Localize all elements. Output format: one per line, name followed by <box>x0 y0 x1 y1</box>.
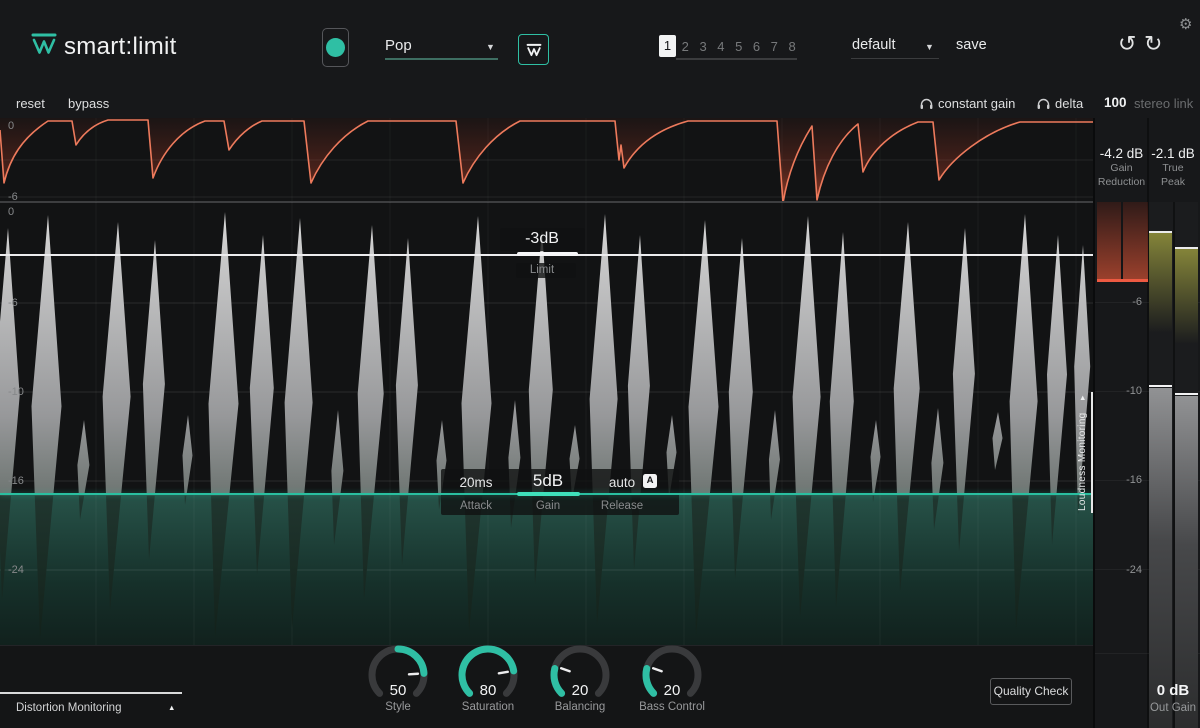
gain-label: Gain <box>535 500 561 512</box>
meter-axis-label: -6 <box>1132 296 1142 308</box>
expand-arrow-icon[interactable]: ▲ <box>168 703 175 712</box>
level-fill-left <box>1149 387 1172 728</box>
preset-slot-8[interactable]: 8 <box>784 39 801 54</box>
below-gain-region <box>0 493 1093 645</box>
level-fill-right <box>1175 395 1198 728</box>
axis-label: -6 <box>8 297 18 309</box>
preset-caret-icon[interactable]: ▼ <box>925 42 934 52</box>
knob-value: 80 <box>479 682 497 699</box>
preset-slot-bar: 1 2 3 4 5 6 7 8 <box>659 35 801 57</box>
style-knob[interactable]: 50 Style <box>365 643 431 713</box>
knob-value: 50 <box>389 682 407 699</box>
true-peak-label: True <box>1162 162 1184 174</box>
gain-reduction-peak-line <box>1097 279 1148 282</box>
knob-value: 20 <box>571 682 589 699</box>
axis-label: -6 <box>8 191 18 203</box>
preset-slot-2[interactable]: 2 <box>677 39 694 54</box>
redo-icon[interactable]: ↻ <box>1144 33 1162 55</box>
distortion-monitoring-drawer[interactable]: Distortion Monitoring <box>16 702 121 714</box>
knob-label: Style <box>385 701 411 713</box>
genre-underline <box>385 57 498 60</box>
genre-caret-icon[interactable]: ▼ <box>486 42 495 52</box>
true-peak-trail-right <box>1175 249 1198 344</box>
quality-check-button[interactable]: Quality Check <box>990 678 1072 705</box>
save-button[interactable]: save <box>956 37 987 53</box>
meter-divider <box>1121 202 1123 282</box>
record-dot-icon <box>326 38 345 57</box>
release-value[interactable]: auto <box>600 475 644 490</box>
knob-label: Bass Control <box>639 701 705 713</box>
knob-value: 20 <box>663 682 681 699</box>
distortion-drawer-handle[interactable] <box>0 692 182 694</box>
meter-axis-label: -10 <box>1126 385 1142 397</box>
out-gain-label: Out Gain <box>1149 702 1197 714</box>
panel-gutter <box>1093 118 1095 728</box>
true-peak-label: Peak <box>1161 176 1185 188</box>
stereo-link-value[interactable]: 100 <box>1104 95 1127 110</box>
delta-toggle[interactable]: delta <box>1055 96 1083 111</box>
meter-axis-label: -16 <box>1126 474 1142 486</box>
preset-dropdown[interactable]: default <box>852 37 896 53</box>
undo-icon[interactable]: ↺ <box>1118 33 1136 55</box>
preset-slot-6[interactable]: 6 <box>748 39 765 54</box>
release-label: Release <box>600 500 644 512</box>
reset-button[interactable]: reset <box>16 96 45 111</box>
axis-label: -24 <box>8 564 24 576</box>
smart-profile-button[interactable] <box>518 34 549 65</box>
gain-reduction-label: Gain <box>1110 162 1133 174</box>
bypass-button[interactable]: bypass <box>68 96 109 111</box>
preset-slot-7[interactable]: 7 <box>766 39 783 54</box>
sonible-logo-icon <box>31 33 57 54</box>
slots-underline <box>676 58 797 60</box>
preset-slot-1[interactable]: 1 <box>659 35 676 57</box>
attack-label: Attack <box>460 500 492 512</box>
attack-value[interactable]: 20ms <box>446 475 506 490</box>
constant-gain-toggle[interactable]: constant gain <box>938 96 1015 111</box>
preset-underline <box>851 57 939 59</box>
gain-reduction-value: -4.2 dB <box>1099 146 1144 161</box>
gain-line-handle[interactable] <box>517 491 580 496</box>
axis-label: 0 <box>8 120 15 132</box>
release-auto-badge[interactable]: A <box>643 474 657 488</box>
limit-value[interactable]: -3dB <box>492 230 592 248</box>
axis-label: 0 <box>8 206 15 218</box>
sonible-mini-icon <box>526 43 541 56</box>
limit-line-handle[interactable] <box>517 251 578 256</box>
true-peak-value: -2.1 dB <box>1151 146 1195 161</box>
balancing-knob[interactable]: 20 Balancing <box>547 643 613 713</box>
out-gain-value[interactable]: 0 dB <box>1147 682 1199 699</box>
expand-arrow-icon[interactable]: ▲ <box>1079 393 1086 402</box>
axis-label: -10 <box>8 386 24 398</box>
preset-slot-5[interactable]: 5 <box>730 39 747 54</box>
header <box>0 0 1200 118</box>
preset-slot-4[interactable]: 4 <box>712 39 729 54</box>
gain-reduction-label: Reduction <box>1097 176 1146 188</box>
knob-label: Balancing <box>554 701 606 713</box>
gain-value[interactable]: 5dB <box>517 471 579 491</box>
genre-profile-dropdown[interactable]: Pop <box>385 37 412 54</box>
app-title: smart:limit <box>64 33 177 60</box>
preset-slot-3[interactable]: 3 <box>695 39 712 54</box>
headphones-icon <box>920 98 933 109</box>
axis-label: -16 <box>8 475 24 487</box>
saturation-knob[interactable]: 80 Saturation <box>455 643 521 713</box>
smart-limit-window: smart:limit Pop ▼ 1 2 3 4 5 6 7 8 defaul… <box>0 0 1200 728</box>
headphones-icon <box>1037 98 1050 109</box>
true-peak-trail-left <box>1149 233 1172 333</box>
learn-record-button[interactable] <box>322 28 349 67</box>
gain-reduction-trace <box>0 118 1093 202</box>
stereo-link-label[interactable]: stereo link <box>1134 96 1193 111</box>
meter-axis-label: -24 <box>1126 564 1142 576</box>
loudness-monitoring-drawer[interactable]: Loudness Monitoring <box>1077 403 1088 511</box>
bass-control-knob[interactable]: 20 Bass Control <box>639 643 705 713</box>
settings-gear-icon[interactable]: ⚙ <box>1179 15 1192 33</box>
knob-label: Saturation <box>461 701 515 713</box>
limit-label: Limit <box>529 264 555 276</box>
